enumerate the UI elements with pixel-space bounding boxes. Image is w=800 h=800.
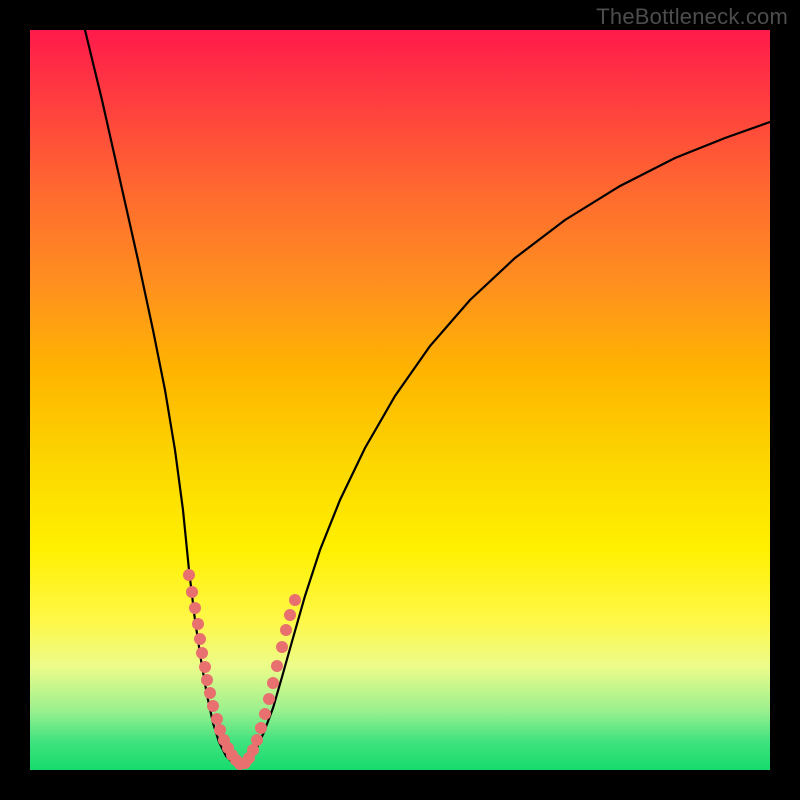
marker-dot <box>284 609 296 621</box>
marker-dot <box>196 647 208 659</box>
marker-dot <box>211 713 223 725</box>
marker-dot <box>289 594 301 606</box>
marker-dot <box>194 633 206 645</box>
marker-dot <box>201 674 213 686</box>
left-curve <box>85 30 240 767</box>
marker-dot <box>271 660 283 672</box>
curves-svg <box>30 30 770 770</box>
marker-dot <box>267 677 279 689</box>
marker-dot <box>199 661 211 673</box>
marker-dot <box>186 586 198 598</box>
plot-area <box>30 30 770 770</box>
marker-dot <box>259 708 271 720</box>
right-curve <box>240 122 770 767</box>
marker-dot <box>251 734 263 746</box>
marker-dot <box>207 700 219 712</box>
marker-dot <box>255 722 267 734</box>
chart-frame: TheBottleneck.com <box>0 0 800 800</box>
marker-dot <box>263 693 275 705</box>
marker-dot <box>280 624 292 636</box>
marker-dot <box>189 602 201 614</box>
marker-dot <box>183 569 195 581</box>
marker-dot <box>204 687 216 699</box>
marker-dot <box>276 641 288 653</box>
watermark-text: TheBottleneck.com <box>596 4 788 30</box>
marker-dot <box>192 618 204 630</box>
